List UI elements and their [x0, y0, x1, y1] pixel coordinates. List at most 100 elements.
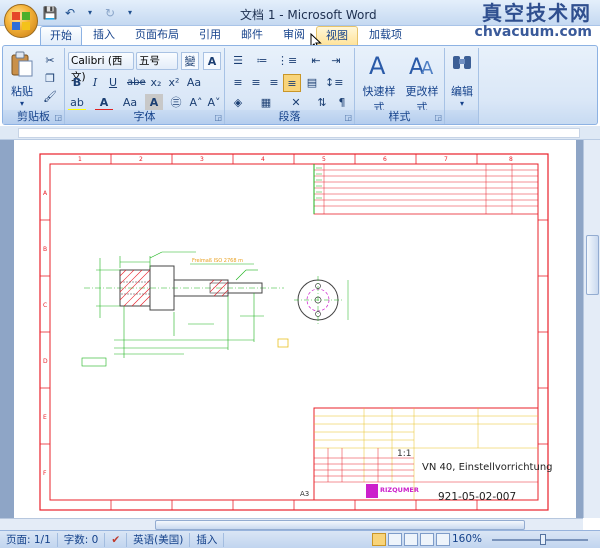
underline-icon[interactable]: U [104, 74, 122, 92]
document-page[interactable]: 1 2 3 4 5 6 7 8 A B C D E F Freimaß ISO … [14, 140, 576, 518]
vertical-scroll-thumb[interactable] [586, 235, 599, 295]
redo-icon[interactable]: ↻ [102, 5, 118, 21]
part-title: VN 40, Einstellvorrichtung [422, 462, 553, 473]
status-language[interactable]: 英语(美国) [127, 532, 191, 547]
office-button[interactable] [4, 4, 38, 38]
ribbon-tabs: 开始 插入 页面布局 引用 邮件 审阅 视图 加载项 [40, 26, 413, 46]
window-title: 文档 1 - Microsoft Word [240, 8, 377, 22]
office-logo-icon [12, 12, 30, 30]
editing-group: 编辑 ▾ [445, 48, 479, 124]
undo-dropdown-icon[interactable]: ▾ [82, 5, 98, 21]
grow-font-icon[interactable]: 變 [181, 52, 199, 70]
draft-view-icon[interactable] [436, 533, 450, 546]
quick-styles-icon: A [369, 52, 386, 80]
italic-icon[interactable]: I [86, 74, 104, 92]
zone-letter: B [43, 246, 47, 253]
zone-dividers [40, 154, 548, 510]
tab-mailings[interactable]: 邮件 [232, 26, 272, 45]
svg-text:A: A [421, 58, 434, 78]
paste-icon [11, 51, 33, 77]
align-right-icon[interactable]: ≡ [265, 74, 283, 92]
tolerance-frame [81, 357, 107, 367]
zoom-level[interactable]: 160% [452, 533, 482, 545]
distributed-icon[interactable]: ▤ [303, 74, 321, 92]
paste-button[interactable]: 粘贴 ▾ [7, 50, 37, 108]
styles-launcher-icon[interactable]: ◲ [434, 113, 442, 122]
tab-review[interactable]: 审阅 [274, 26, 314, 45]
bullets-icon[interactable]: ☰ [229, 52, 247, 70]
align-left-icon[interactable]: ≡ [229, 74, 247, 92]
paragraph-launcher-icon[interactable]: ◲ [344, 113, 352, 122]
numbering-icon[interactable]: ≔ [253, 52, 271, 70]
editing-dropdown-icon: ▾ [459, 99, 464, 108]
status-words[interactable]: 字数: 0 [58, 532, 106, 547]
font-launcher-icon[interactable]: ◲ [214, 113, 222, 122]
tab-references[interactable]: 引用 [190, 26, 230, 45]
line-spacing-icon[interactable]: ↕≡ [325, 74, 343, 92]
tab-home[interactable]: 开始 [40, 26, 82, 45]
clipboard-launcher-icon[interactable]: ◲ [54, 113, 62, 122]
part-end-view [294, 276, 349, 324]
bold-icon[interactable]: B [68, 74, 86, 92]
increase-indent-icon[interactable]: ⇥ [327, 52, 345, 70]
horizontal-ruler[interactable] [0, 126, 600, 140]
editing-label: 编辑 [451, 85, 473, 98]
watermark-cn: 真空技术网 [482, 1, 592, 25]
quick-access-toolbar: 💾 ↶ ▾ ↻ ▾ [42, 5, 138, 21]
clear-format-icon[interactable]: Aa [185, 74, 203, 92]
zoom-slider-knob[interactable] [540, 534, 546, 545]
status-mode[interactable]: 插入 [190, 532, 225, 547]
subscript-icon[interactable]: x₂ [147, 74, 165, 92]
decrease-indent-icon[interactable]: ⇤ [307, 52, 325, 70]
multilevel-list-icon[interactable]: ⋮≡ [277, 52, 297, 70]
proofing-icon[interactable]: ✔ [105, 532, 128, 547]
superscript-icon[interactable]: x² [165, 74, 183, 92]
tab-page-layout[interactable]: 页面布局 [126, 26, 188, 45]
paste-dropdown-icon[interactable]: ▾ [7, 99, 37, 108]
vertical-scrollbar[interactable] [583, 140, 600, 518]
horizontal-scroll-thumb[interactable] [155, 520, 525, 530]
editing-group-label [445, 110, 478, 124]
copy-icon[interactable]: ❐ [41, 70, 59, 88]
zone-letter: A [43, 190, 48, 197]
technical-drawing: 1 2 3 4 5 6 7 8 A B C D E F Freimaß ISO … [39, 153, 553, 511]
drawing-frame-outer [39, 153, 549, 511]
styles-group-label: 样式 [355, 110, 444, 124]
font-group: Calibri (西文) 五号 變 A B I U abe x₂ x² Aa a… [65, 48, 225, 124]
tab-view[interactable]: 视图 [316, 26, 358, 45]
document-workspace: 1 2 3 4 5 6 7 8 A B C D E F Freimaß ISO … [0, 140, 583, 518]
paste-label: 粘贴 [11, 85, 33, 98]
title-block: 1:1 VN 40, Einstellvorrichtung 921-05-02… [300, 407, 553, 503]
revision-table [313, 163, 539, 215]
company-name: RIZQUMER [380, 486, 419, 494]
tolerance-note: Freimaß ISO 2768 m [192, 258, 243, 264]
zone-number: 5 [322, 156, 326, 163]
full-screen-view-icon[interactable] [388, 533, 402, 546]
svg-text:A: A [369, 52, 386, 78]
align-center-icon[interactable]: ≡ [247, 74, 265, 92]
print-layout-view-icon[interactable] [372, 533, 386, 546]
zone-number: 3 [200, 156, 204, 163]
customize-qat-icon[interactable]: ▾ [122, 5, 138, 21]
font-size-select[interactable]: 五号 [136, 52, 178, 70]
strikethrough-icon[interactable]: abe [127, 74, 146, 92]
tab-addins[interactable]: 加载项 [360, 26, 411, 45]
justify-icon[interactable]: ≡ [283, 74, 301, 92]
undo-icon[interactable]: ↶ [62, 5, 78, 21]
zone-number: 8 [509, 156, 513, 163]
horizontal-scrollbar[interactable] [0, 518, 583, 530]
web-layout-view-icon[interactable] [404, 533, 418, 546]
cut-icon[interactable]: ✂ [41, 52, 59, 70]
styles-group: A 快速样式 ▾ A A 更改样式 ▾ 样式 ◲ [355, 48, 445, 124]
save-icon[interactable]: 💾 [42, 5, 58, 21]
font-name-select[interactable]: Calibri (西文) [68, 52, 134, 83]
tab-insert[interactable]: 插入 [84, 26, 124, 45]
outline-view-icon[interactable] [420, 533, 434, 546]
char-border-icon[interactable]: A [203, 52, 221, 70]
editing-button[interactable]: 编辑 ▾ [447, 50, 477, 108]
status-page[interactable]: 页面: 1/1 [0, 532, 58, 547]
zone-letter: E [43, 414, 47, 421]
format-painter-icon[interactable]: 🖌 [41, 88, 59, 106]
status-bar: 页面: 1/1 字数: 0 ✔ 英语(美国) 插入 160% [0, 530, 600, 548]
zone-letter: F [43, 470, 47, 477]
